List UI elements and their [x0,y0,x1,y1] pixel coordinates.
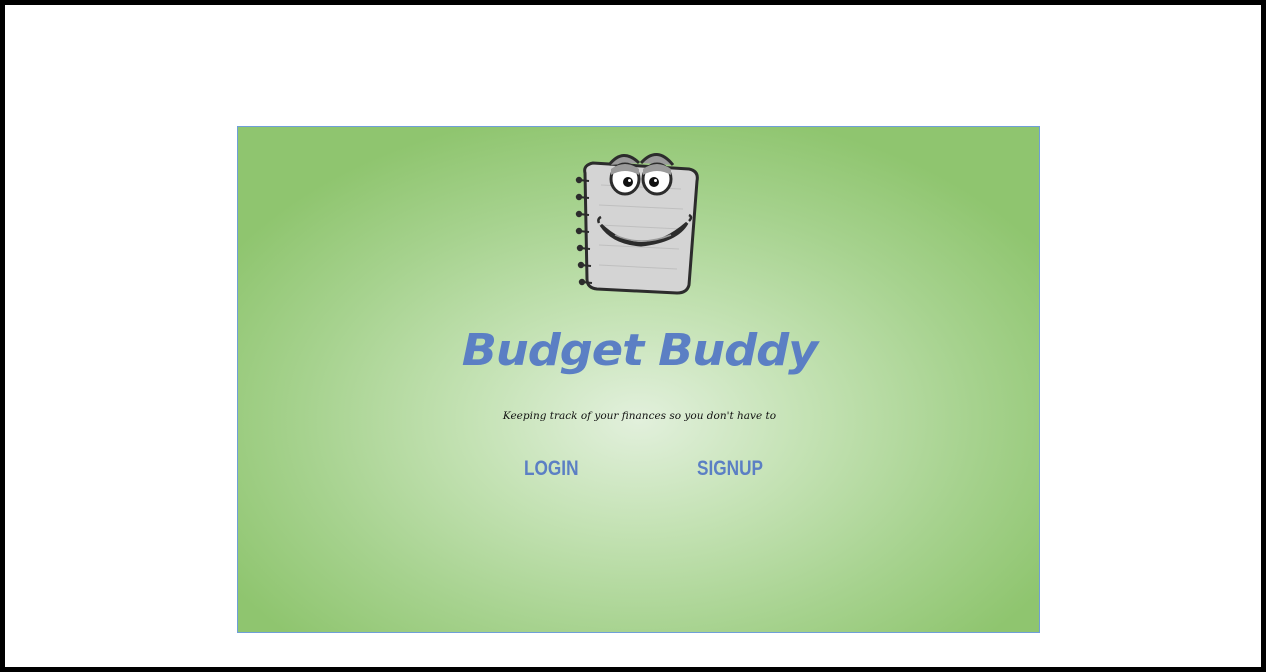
window-frame: Budget Buddy Keeping track of your finan… [0,0,1266,672]
notepad-mascot-icon [575,153,699,295]
login-button[interactable]: LOGIN [524,457,579,481]
signup-button[interactable]: SIGNUP [697,457,763,481]
app-screen: Budget Buddy Keeping track of your finan… [237,126,1040,633]
app-title: Budget Buddy [461,325,819,376]
tagline: Keeping track of your finances so you do… [502,410,777,422]
